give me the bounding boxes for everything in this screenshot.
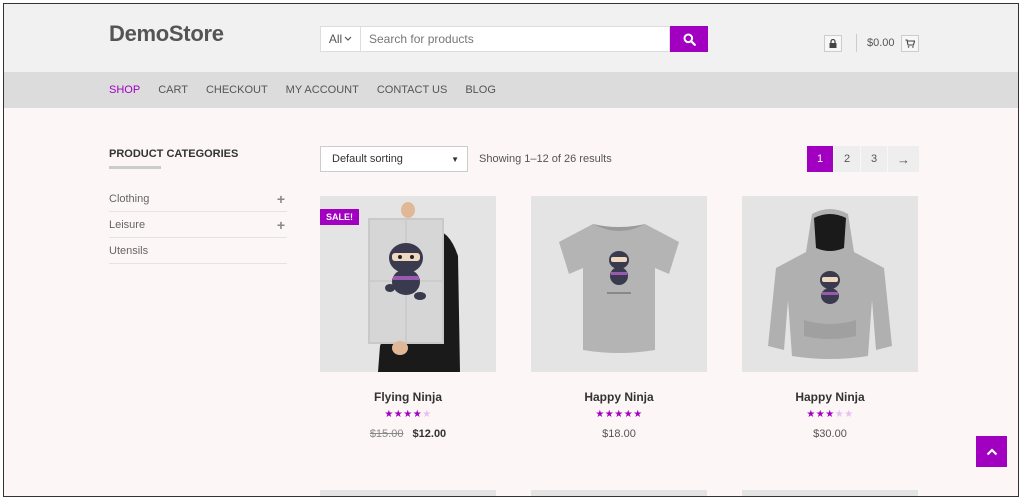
sort-select[interactable]: Default sorting ▼	[320, 146, 468, 172]
back-to-top-button[interactable]	[976, 436, 1007, 467]
sort-selected-label: Default sorting	[332, 153, 403, 165]
category-label[interactable]: Clothing	[109, 193, 149, 205]
account-button[interactable]	[824, 34, 842, 52]
caret-down-icon: ▼	[451, 154, 459, 164]
search-category-select[interactable]: All	[320, 26, 360, 52]
star-rating: ★★★★★	[595, 409, 643, 420]
page-2-button[interactable]: 2	[834, 146, 860, 172]
nav-item-shop[interactable]: SHOP	[109, 84, 140, 96]
product-search: All	[320, 26, 708, 52]
cart-icon	[905, 38, 915, 48]
category-label[interactable]: Leisure	[109, 219, 145, 231]
product-price: $15.00 $12.00	[320, 428, 496, 440]
chevron-down-icon	[344, 36, 352, 41]
search-category-label: All	[328, 32, 343, 46]
search-input[interactable]	[360, 26, 670, 52]
heading-underline	[109, 166, 161, 169]
product-card: Happy Ninja ★★★★★ $30.00	[742, 196, 918, 440]
nav-item-checkout[interactable]: CHECKOUT	[206, 84, 268, 96]
star-rating: ★★★★★	[384, 409, 432, 420]
regular-price: $18.00	[602, 428, 636, 440]
product-image-partial	[320, 490, 496, 496]
product-title[interactable]: Happy Ninja	[742, 390, 918, 404]
nav-item-blog[interactable]: BLOG	[465, 84, 496, 96]
product-title[interactable]: Flying Ninja	[320, 390, 496, 404]
cart-button[interactable]	[900, 34, 919, 52]
sale-price: $12.00	[412, 428, 447, 440]
ninja-tshirt-image	[531, 196, 707, 372]
nav-item-cart[interactable]: CART	[158, 84, 188, 96]
product-image[interactable]: SALE!	[320, 196, 496, 372]
search-button[interactable]	[670, 26, 708, 52]
product-title[interactable]: Happy Ninja	[531, 390, 707, 404]
chevron-up-icon	[986, 447, 997, 455]
category-item-clothing[interactable]: Clothing +	[109, 186, 287, 212]
product-image-partial	[742, 490, 918, 496]
product-image-partial	[531, 490, 707, 496]
product-card: Happy Ninja ★★★★★ $18.00	[531, 196, 707, 440]
category-item-utensils[interactable]: Utensils	[109, 238, 287, 264]
browser-viewport: DemoStore All $0.00 SHOP CART CHECKO	[3, 3, 1019, 497]
product-image[interactable]	[742, 196, 918, 372]
original-price: $15.00	[369, 428, 404, 440]
ninja-hoodie-image	[742, 196, 918, 372]
product-price: $30.00	[742, 428, 918, 440]
product-image[interactable]	[531, 196, 707, 372]
sale-badge: SALE!	[320, 209, 359, 225]
cart-total[interactable]: $0.00	[867, 37, 895, 49]
site-logo[interactable]: DemoStore	[109, 21, 224, 47]
star-rating: ★★★★★	[806, 409, 854, 420]
nav-item-contact-us[interactable]: CONTACT US	[377, 84, 448, 96]
result-count: Showing 1–12 of 26 results	[479, 153, 612, 165]
primary-nav: SHOP CART CHECKOUT MY ACCOUNT CONTACT US…	[4, 72, 1018, 108]
categories-heading: PRODUCT CATEGORIES	[109, 148, 239, 160]
product-card: SALE! Flying Ninja ★★★★★ $15.00 $12.00	[320, 196, 496, 440]
lock-icon	[829, 38, 837, 48]
category-label[interactable]: Utensils	[109, 245, 148, 257]
page-3-button[interactable]: 3	[861, 146, 887, 172]
category-item-leisure[interactable]: Leisure +	[109, 212, 287, 238]
regular-price: $30.00	[813, 428, 847, 440]
page-1-button[interactable]: 1	[807, 146, 833, 172]
pagination: 1 2 3 →	[807, 146, 919, 172]
category-list: Clothing + Leisure + Utensils	[109, 186, 287, 264]
search-icon	[683, 33, 696, 46]
next-page-button[interactable]: →	[888, 146, 919, 172]
header-divider	[856, 34, 857, 52]
site-header: DemoStore All $0.00	[4, 4, 1018, 72]
header-account-cart: $0.00	[824, 34, 919, 52]
product-price: $18.00	[531, 428, 707, 440]
nav-item-my-account[interactable]: MY ACCOUNT	[286, 84, 359, 96]
plus-icon[interactable]: +	[275, 191, 287, 207]
plus-icon[interactable]: +	[275, 217, 287, 233]
